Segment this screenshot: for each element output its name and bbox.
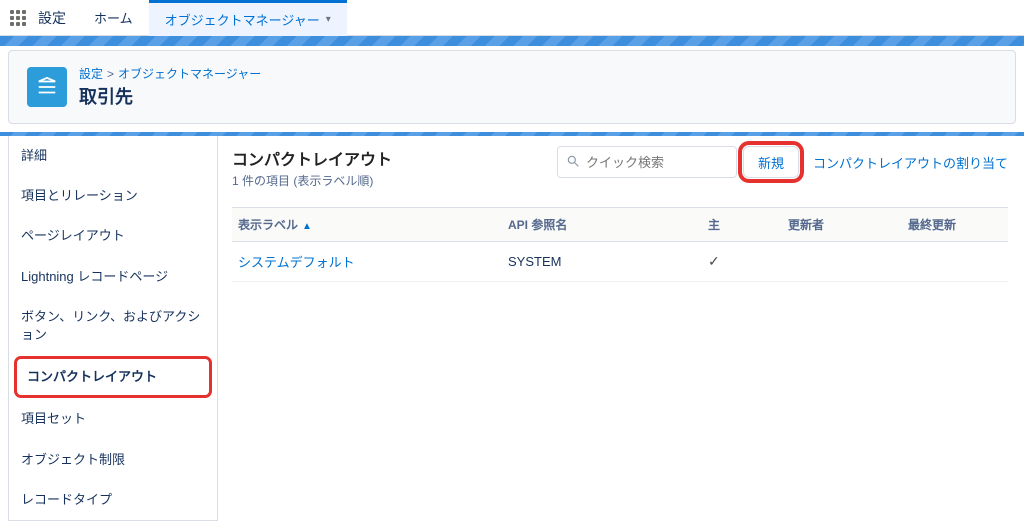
- col-modified-by[interactable]: 更新者: [782, 208, 902, 242]
- search-icon: [566, 154, 580, 171]
- sidebar-item-details[interactable]: 詳細: [9, 136, 217, 176]
- row-label-link[interactable]: システムデフォルト: [232, 242, 502, 282]
- top-nav: 設定 ホーム オブジェクトマネージャー ▾: [0, 0, 1024, 36]
- search-input[interactable]: [586, 155, 762, 170]
- row-primary: ✓: [702, 242, 782, 282]
- col-api[interactable]: API 参照名: [502, 208, 702, 242]
- quick-search[interactable]: [557, 146, 737, 178]
- sidebar-item-page-layouts[interactable]: ページレイアウト: [9, 216, 217, 256]
- col-label[interactable]: 表示ラベル▲: [232, 208, 502, 242]
- content-subtitle: 1 件の項目 (表示ラベル順): [232, 172, 392, 189]
- sidebar-item-lightning-pages[interactable]: Lightning レコードページ: [9, 257, 217, 297]
- compact-layouts-table: 表示ラベル▲ API 参照名 主 更新者 最終更新 システムデフォルト SYST…: [232, 207, 1008, 282]
- sidebar-item-fields[interactable]: 項目とリレーション: [9, 176, 217, 216]
- row-last-modified: [902, 242, 1008, 282]
- sidebar-item-compact-layouts[interactable]: コンパクトレイアウト: [15, 357, 211, 397]
- app-launcher-icon[interactable]: [0, 0, 36, 36]
- sort-asc-icon: ▲: [302, 221, 312, 232]
- assign-layout-link[interactable]: コンパクトレイアウトの割り当て: [813, 153, 1008, 172]
- table-row[interactable]: システムデフォルト SYSTEM ✓: [232, 242, 1008, 282]
- page-title: 取引先: [79, 83, 261, 109]
- breadcrumb[interactable]: 設定>オブジェクトマネージャー: [79, 65, 261, 82]
- chevron-down-icon: ▾: [326, 14, 331, 25]
- col-primary[interactable]: 主: [702, 208, 782, 242]
- page-header: 設定>オブジェクトマネージャー 取引先: [8, 50, 1016, 124]
- app-title: 設定: [36, 8, 78, 28]
- sidebar-item-object-limits[interactable]: オブジェクト制限: [9, 440, 217, 480]
- object-icon: [27, 67, 67, 107]
- tab-object-manager[interactable]: オブジェクトマネージャー ▾: [149, 0, 347, 36]
- decorative-banner: [0, 36, 1024, 46]
- content: コンパクトレイアウト 1 件の項目 (表示ラベル順) 新規 コンパクトレイアウト…: [218, 136, 1016, 521]
- tab-home[interactable]: ホーム: [78, 0, 149, 36]
- sidebar: 詳細 項目とリレーション ページレイアウト Lightning レコードページ …: [8, 136, 218, 521]
- new-button[interactable]: 新規: [743, 146, 799, 178]
- check-icon: ✓: [708, 253, 720, 269]
- content-title: コンパクトレイアウト: [232, 146, 392, 170]
- sidebar-item-buttons-links-actions[interactable]: ボタン、リンク、およびアクション: [9, 297, 217, 355]
- row-modified-by: [782, 242, 902, 282]
- row-api: SYSTEM: [502, 242, 702, 282]
- sidebar-item-field-sets[interactable]: 項目セット: [9, 399, 217, 439]
- col-last-modified[interactable]: 最終更新: [902, 208, 1008, 242]
